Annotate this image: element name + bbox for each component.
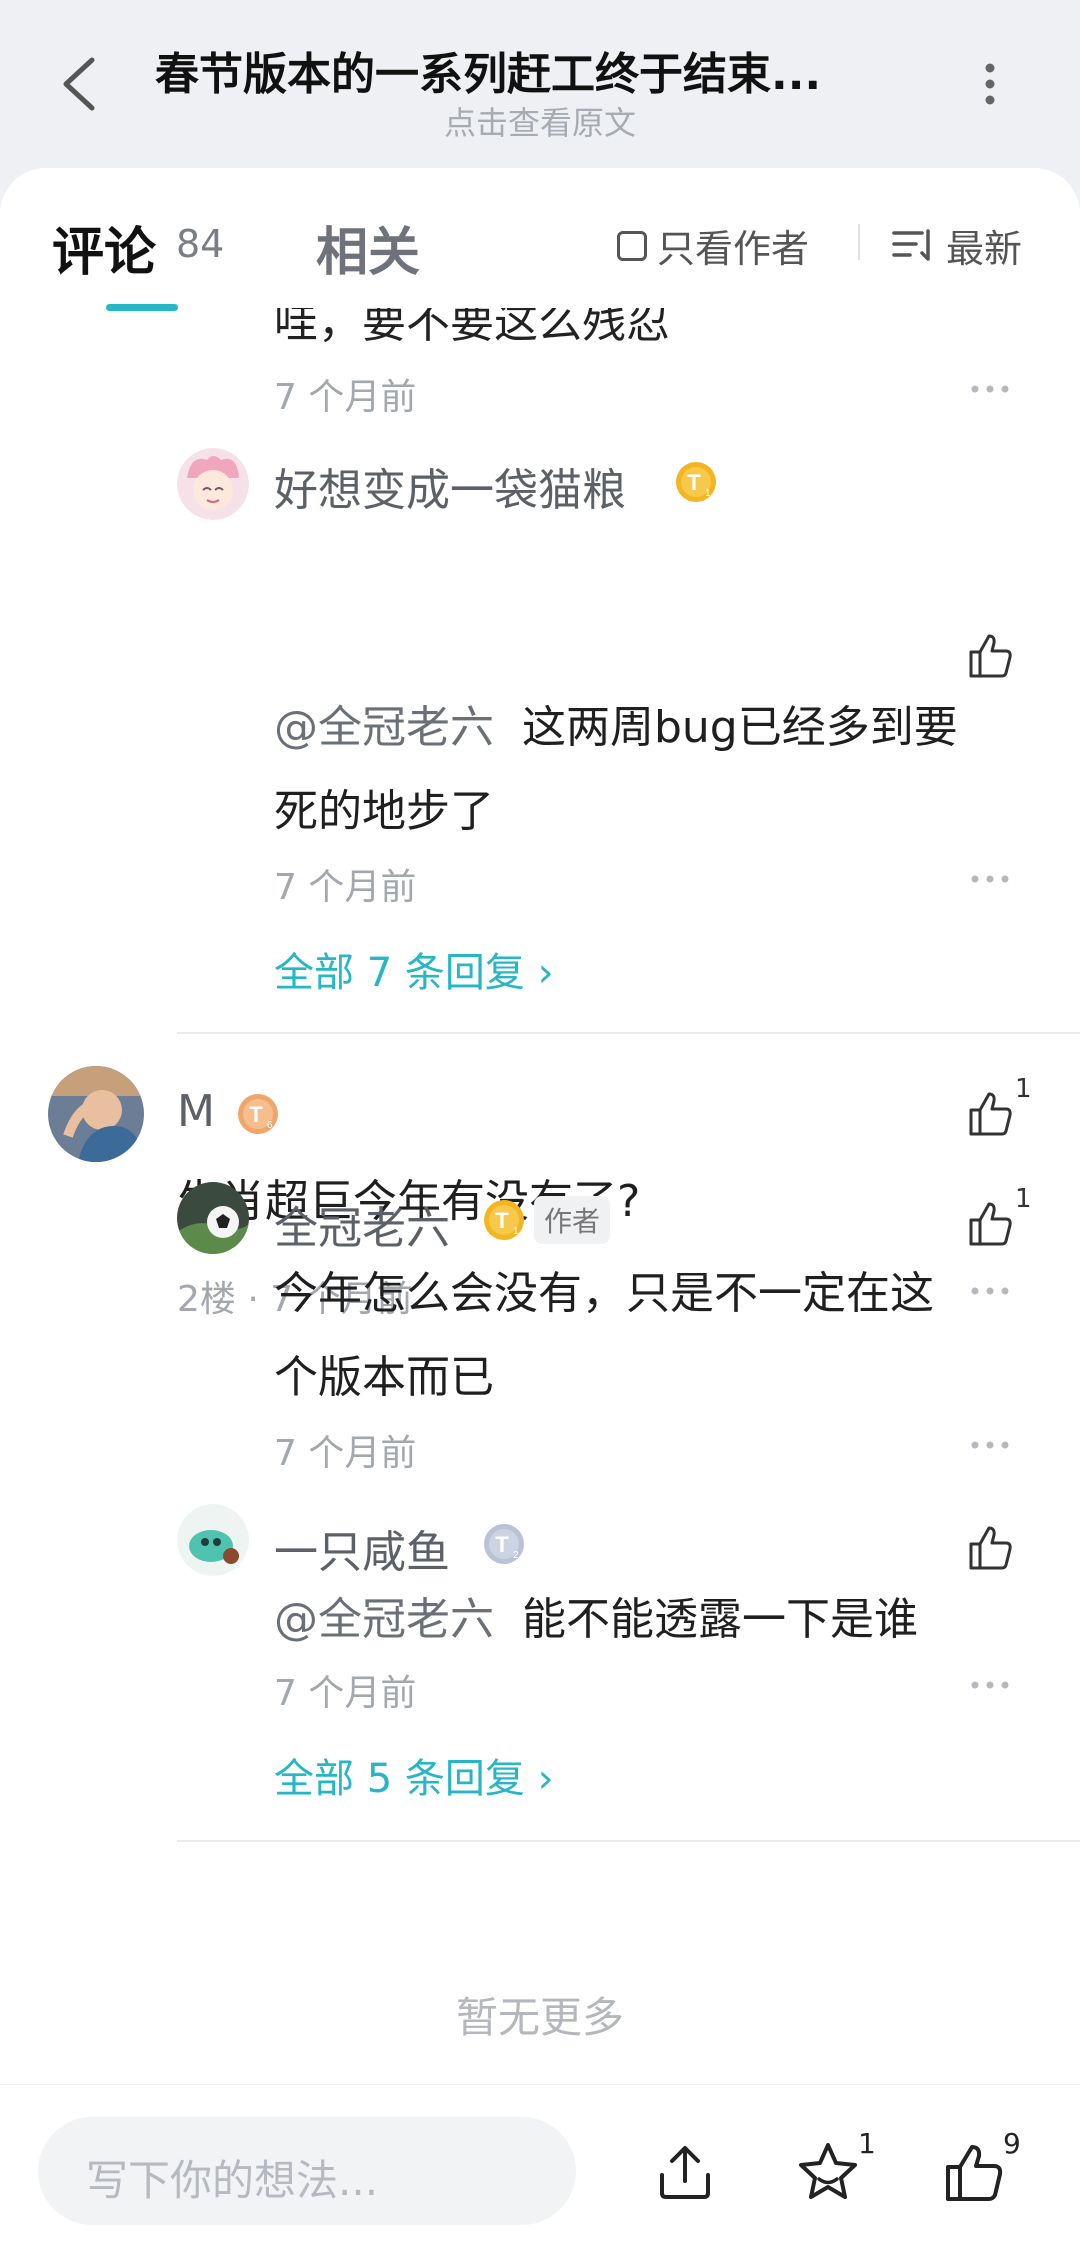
sort-label: 最新 (946, 227, 1023, 271)
svg-text:T: T (687, 470, 701, 495)
username[interactable]: 好想变成一袋猫粮 (274, 454, 626, 518)
only-author-label: 只看作者 (657, 227, 810, 271)
reply-text: 今年怎么会没有，只是不一定在这 个版本而已 (274, 1268, 934, 1403)
like-icon[interactable] (965, 1522, 1015, 1572)
reply-time: 7 个月前 (274, 867, 417, 908)
like-count: 1 (1015, 1184, 1032, 1214)
avatar[interactable] (177, 1504, 249, 1576)
username[interactable]: 一只咸鱼 (274, 1516, 450, 1580)
svg-text:T: T (495, 1532, 509, 1557)
comments-panel: 评论 84 相关 只看作者 最新 哇，要不要这么残忍 7 个月前 好想变成一袋猫… (0, 168, 1080, 2088)
mention[interactable]: @全冠老六 (274, 1594, 494, 1645)
svg-text:2: 2 (513, 1550, 519, 1561)
top-bar: 春节版本的一系列赶工终于结束... 点击查看原文 (0, 0, 1080, 170)
comment-time: 7 个月前 (274, 377, 417, 418)
svg-text:T: T (249, 1102, 263, 1127)
like-icon[interactable] (965, 1088, 1015, 1138)
share-icon[interactable] (652, 2139, 718, 2205)
username[interactable]: 全冠老六 (274, 1192, 450, 1256)
svg-text:1: 1 (513, 1226, 519, 1237)
mention[interactable]: @全冠老六 (274, 702, 494, 753)
reply-text: @全冠老六 能不能透露一下是谁 (274, 1594, 918, 1645)
like-icon[interactable] (965, 630, 1015, 680)
username[interactable]: M (177, 1086, 215, 1137)
more-dots-icon[interactable] (970, 384, 1010, 394)
tab-bar: 评论 84 相关 只看作者 最新 (0, 168, 1080, 311)
comment-input-placeholder: 写下你的想法... (86, 2156, 379, 2205)
separator (177, 1032, 1080, 1034)
like-count: 9 (1003, 2127, 1021, 2160)
level-badge-icon: T 2 (484, 1524, 524, 1564)
article-title[interactable]: 春节版本的一系列赶工终于结束... (155, 38, 915, 102)
reply-text: @全冠老六 这两周bug已经多到要 死的地步了 (274, 702, 958, 837)
active-tab-indicator (106, 304, 178, 311)
sort-button[interactable]: 最新 (892, 218, 1022, 273)
more-dots-icon[interactable] (970, 1680, 1010, 1690)
comment-list[interactable]: 哇，要不要这么残忍 7 个月前 好想变成一袋猫粮 T 1 @全冠老六 这两周bu… (0, 168, 1080, 2088)
sort-icon (892, 228, 930, 261)
divider (858, 224, 860, 260)
reply-time: 7 个月前 (274, 1433, 417, 1474)
view-original-link[interactable]: 点击查看原文 (0, 98, 1080, 144)
level-badge-icon: T 1 (676, 462, 716, 502)
only-author-toggle[interactable]: 只看作者 (617, 218, 809, 273)
like-icon[interactable] (940, 2139, 1006, 2205)
no-more-label: 暂无更多 (455, 1993, 624, 2042)
svg-text:6: 6 (267, 1120, 273, 1131)
level-badge-icon: T 1 (484, 1200, 524, 1240)
author-tag: 作者 (534, 1196, 611, 1244)
comments-count: 84 (176, 222, 225, 266)
tab-related[interactable]: 相关 (316, 210, 420, 285)
svg-text:1: 1 (705, 488, 711, 499)
all-replies-link[interactable]: 全部 7 条回复 › (274, 940, 554, 998)
like-icon[interactable] (965, 1198, 1015, 1248)
favorite-star-icon[interactable] (795, 2139, 861, 2205)
level-badge-icon: T 6 (238, 1094, 278, 1134)
all-replies-link[interactable]: 全部 5 条回复 › (274, 1746, 554, 1804)
svg-text:T: T (495, 1208, 509, 1233)
bottom-action-bar: 写下你的想法... 1 9 (0, 2084, 1080, 2259)
more-dots-icon[interactable] (970, 874, 1010, 884)
avatar[interactable] (177, 448, 249, 520)
more-options-icon[interactable] (975, 62, 1005, 106)
tab-comments[interactable]: 评论 (52, 210, 156, 285)
avatar[interactable] (48, 1066, 144, 1162)
comment-input[interactable]: 写下你的想法... (38, 2117, 576, 2225)
separator (177, 1840, 1080, 1842)
reply-time: 7 个月前 (274, 1673, 417, 1714)
like-count: 1 (1015, 1074, 1032, 1104)
floor-number: 2楼 (177, 1279, 236, 1320)
favorite-count: 1 (858, 2127, 876, 2160)
avatar[interactable] (177, 1182, 249, 1254)
checkbox-icon[interactable] (617, 230, 647, 261)
more-dots-icon[interactable] (970, 1440, 1010, 1450)
